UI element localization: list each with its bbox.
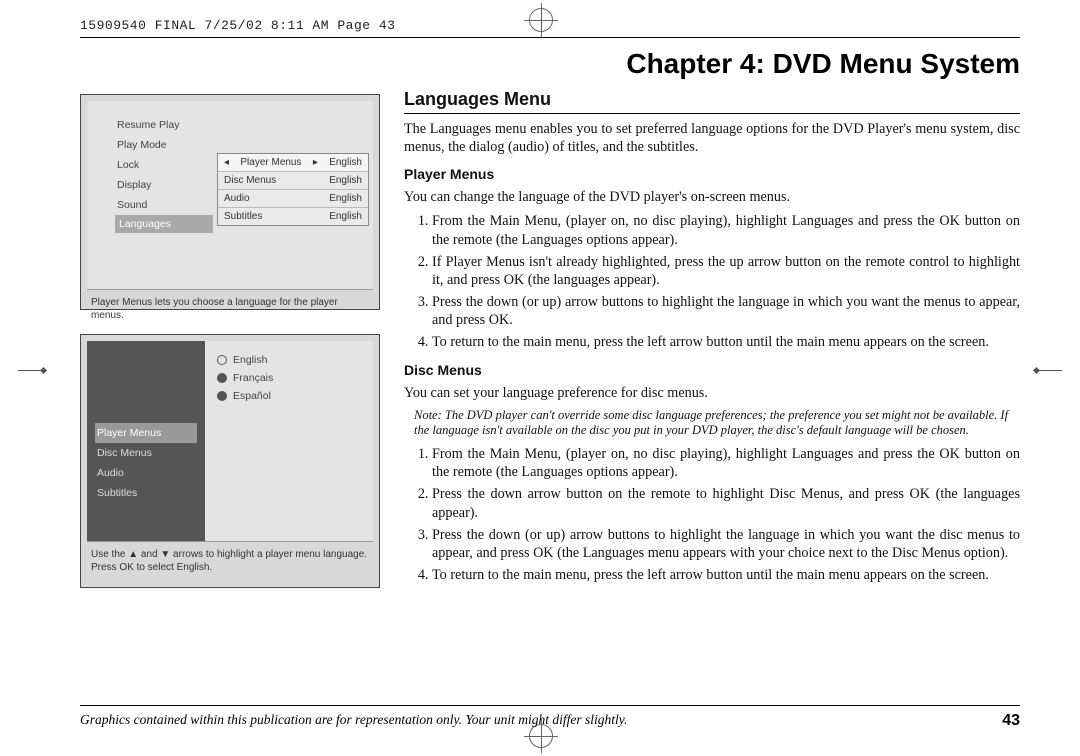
screenshot2-caption: Use the ▲ and ▼ arrows to highlight a pl…: [87, 542, 373, 574]
screenshot2-inner: Player Menus Disc Menus Audio Subtitles …: [87, 341, 373, 542]
screenshot-column: Resume Play Play Mode Lock Display Sound…: [80, 88, 380, 612]
manual-page: 15909540 FINAL 7/25/02 8:11 AM Page 43 C…: [0, 0, 1080, 756]
radio-icon: [217, 355, 227, 365]
screenshot1-caption: Player Menus lets you choose a language …: [87, 290, 373, 322]
footer-disclaimer: Graphics contained within this publicati…: [80, 712, 627, 730]
submenu-row-audio: Audio English: [218, 190, 368, 208]
screenshot-languages-menu: Resume Play Play Mode Lock Display Sound…: [80, 94, 380, 310]
arrow-left-icon: ◂: [224, 157, 229, 168]
lang-option-espanol: Español: [215, 387, 363, 405]
disc-menus-note: Note: The DVD player can't override some…: [414, 408, 1020, 439]
disc-step-2: Press the down arrow button on the remot…: [432, 485, 1020, 521]
screenshot1-inner: Resume Play Play Mode Lock Display Sound…: [87, 101, 373, 290]
intro-paragraph: The Languages menu enables you to set pr…: [404, 120, 1020, 156]
disc-menus-steps: From the Main Menu, (player on, no disc …: [404, 445, 1020, 584]
lang-option-francais: Français: [215, 369, 363, 387]
screenshot2-language-list: English Français Español: [205, 341, 373, 541]
text-column: Languages Menu The Languages menu enable…: [404, 88, 1020, 612]
radio-icon: [217, 373, 227, 383]
page-number: 43: [1002, 712, 1020, 730]
footer-rule: [80, 705, 1020, 706]
submenu-row-player: ◂ Player Menus ▸ English: [218, 154, 368, 172]
submenu-label: Audio: [224, 193, 250, 204]
disc-menus-intro: You can set your language preference for…: [404, 384, 1020, 402]
footer-row: Graphics contained within this publicati…: [80, 712, 1020, 730]
submenu-row-subtitles: Subtitles English: [218, 208, 368, 225]
player-menus-heading: Player Menus: [404, 166, 1020, 184]
content-columns: Resume Play Play Mode Lock Display Sound…: [80, 88, 1020, 612]
submenu-label: Disc Menus: [224, 175, 276, 186]
arrow-right-icon: ▸: [313, 157, 318, 168]
player-step-4: To return to the main menu, press the le…: [432, 333, 1020, 351]
menu-item-resume: Resume Play: [115, 115, 363, 135]
menu-item-playmode: Play Mode: [115, 135, 363, 155]
player-step-3: Press the down (or up) arrow buttons to …: [432, 293, 1020, 329]
submenu-value: English: [329, 157, 362, 168]
submenu-value: English: [329, 175, 362, 186]
chapter-title: Chapter 4: DVD Menu System: [80, 48, 1020, 80]
menu-item-languages: Languages: [115, 215, 213, 233]
section-title: Languages Menu: [404, 88, 1020, 114]
disc-menus-heading: Disc Menus: [404, 362, 1020, 380]
sidebar-item-player: Player Menus: [95, 423, 197, 443]
sidebar-item-disc: Disc Menus: [95, 443, 197, 463]
sidebar-item-subtitles: Subtitles: [95, 483, 197, 503]
sidebar-item-audio: Audio: [95, 463, 197, 483]
disc-step-4: To return to the main menu, press the le…: [432, 566, 1020, 584]
submenu-value: English: [329, 193, 362, 204]
disc-step-3: Press the down (or up) arrow buttons to …: [432, 526, 1020, 562]
player-step-1: From the Main Menu, (player on, no disc …: [432, 212, 1020, 248]
page-footer: Graphics contained within this publicati…: [80, 705, 1020, 730]
submenu-label: Subtitles: [224, 211, 262, 222]
submenu-label: Player Menus: [240, 157, 301, 168]
screenshot-language-select: Player Menus Disc Menus Audio Subtitles …: [80, 334, 380, 588]
top-rule: [80, 37, 1020, 38]
player-menus-intro: You can change the language of the DVD p…: [404, 188, 1020, 206]
submenu-row-disc: Disc Menus English: [218, 172, 368, 190]
print-header: 15909540 FINAL 7/25/02 8:11 AM Page 43: [80, 18, 1020, 33]
radio-icon: [217, 391, 227, 401]
disc-step-1: From the Main Menu, (player on, no disc …: [432, 445, 1020, 481]
submenu-value: English: [329, 211, 362, 222]
languages-submenu: ◂ Player Menus ▸ English Disc Menus Engl…: [217, 153, 369, 226]
language-option-list: English Français Español: [215, 351, 363, 405]
player-menus-steps: From the Main Menu, (player on, no disc …: [404, 212, 1020, 351]
player-step-2: If Player Menus isn't already highlighte…: [432, 253, 1020, 289]
screenshot2-sidebar: Player Menus Disc Menus Audio Subtitles: [87, 341, 205, 541]
lang-option-english: English: [215, 351, 363, 369]
